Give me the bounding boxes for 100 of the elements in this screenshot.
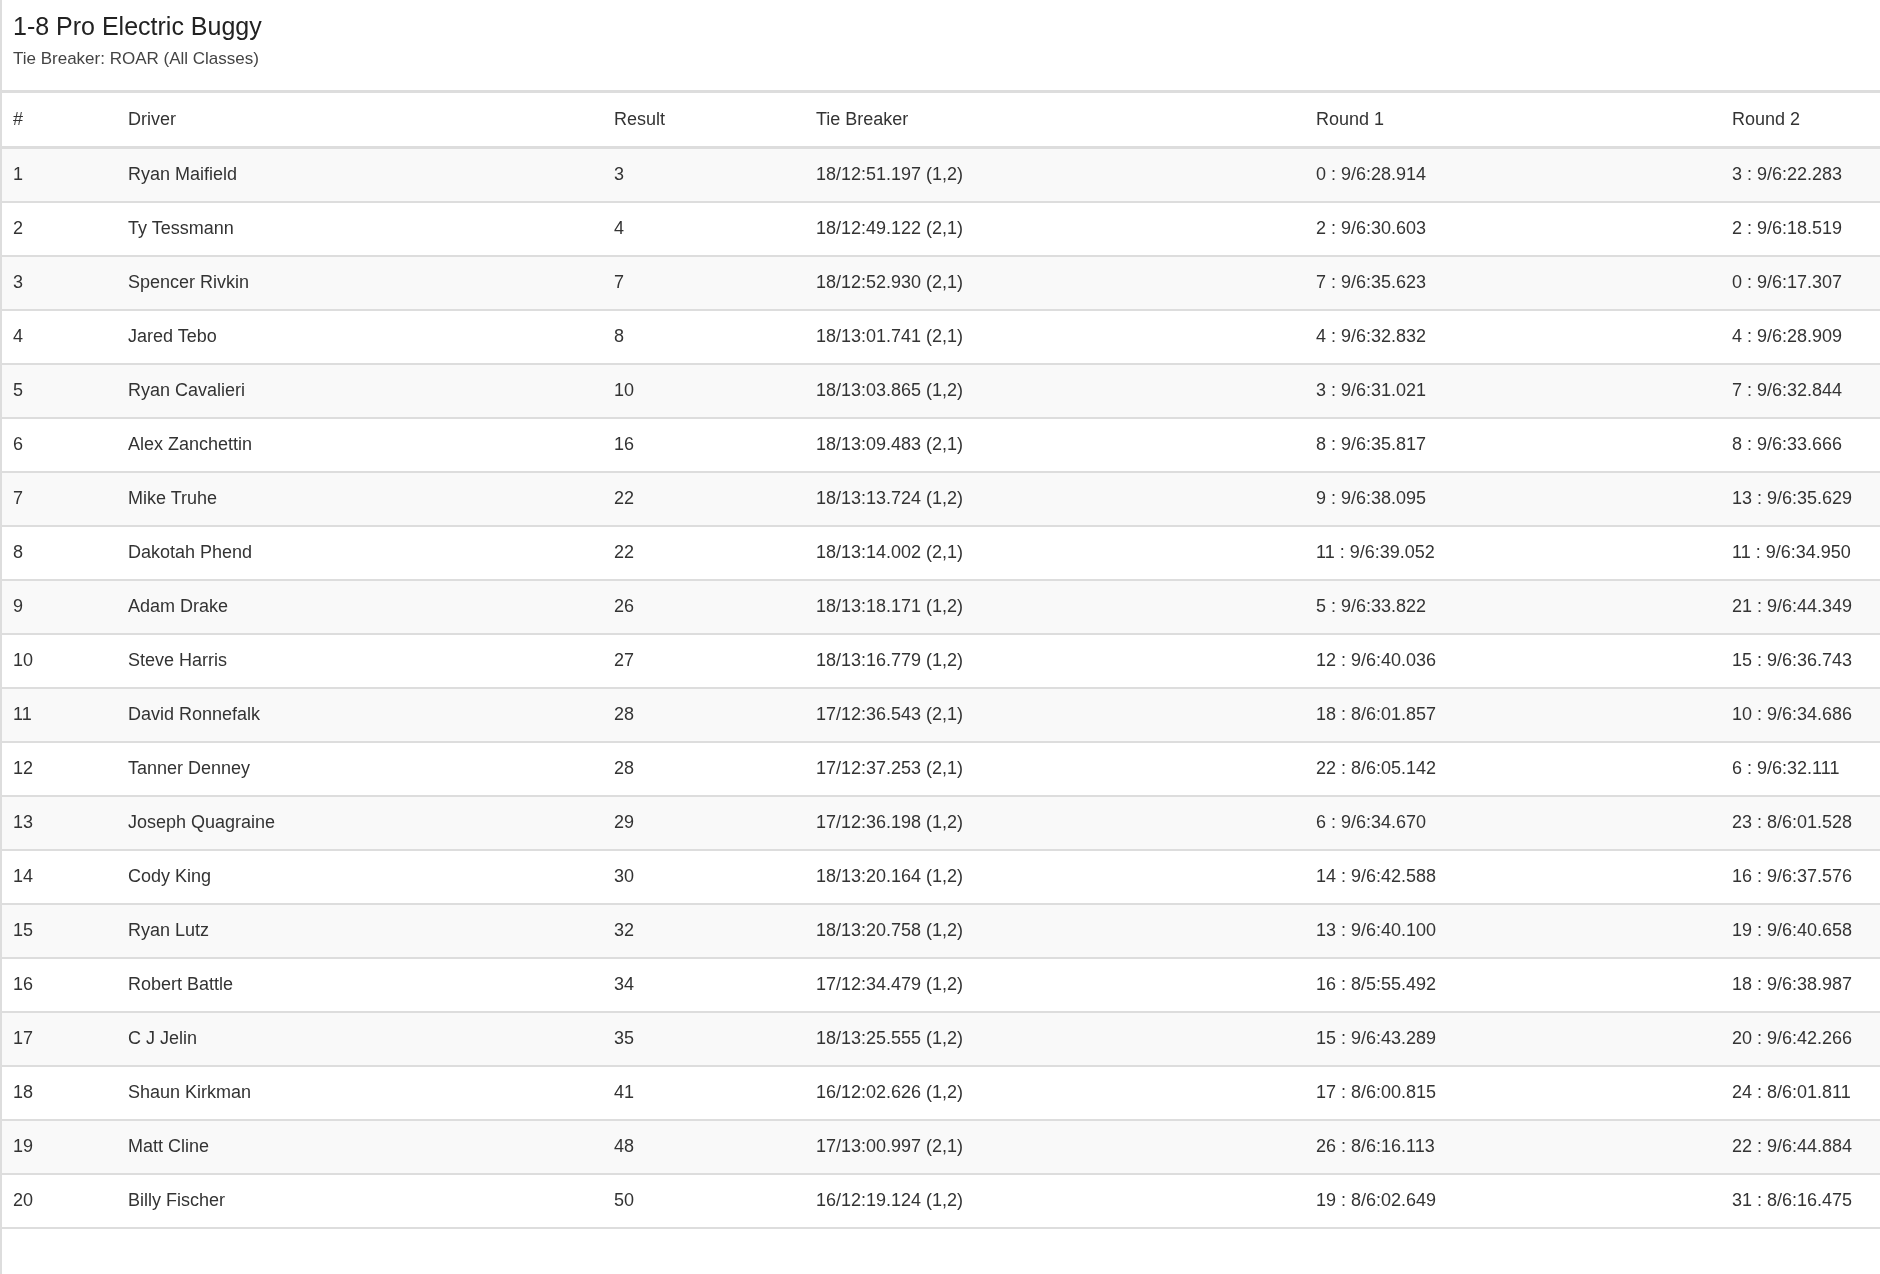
table-cell: 18/13:16.779 (1,2) (805, 633, 1305, 688)
table-cell: 16/12:02.626 (1,2) (805, 1065, 1305, 1120)
table-cell: 20 : 9/6:42.266 (1721, 1011, 1880, 1066)
table-cell: 7 : 9/6:35.623 (1305, 255, 1721, 310)
column-header: Round 1 (1305, 91, 1721, 148)
table-cell: 20 (2, 1173, 117, 1228)
table-cell: 7 (2, 471, 117, 526)
table-cell: Jared Tebo (117, 309, 603, 364)
table-cell: 18/13:01.741 (2,1) (805, 309, 1305, 364)
table-cell: 22 (603, 525, 805, 580)
table-cell: Robert Battle (117, 957, 603, 1012)
table-cell: 2 (2, 201, 117, 256)
table-cell: 8 (603, 309, 805, 364)
table-cell: 26 : 8/6:16.113 (1305, 1119, 1721, 1174)
table-cell: 6 : 9/6:32.111 (1721, 741, 1880, 796)
table-cell: Shaun Kirkman (117, 1065, 603, 1120)
tie-breaker-subtitle: Tie Breaker: ROAR (All Classes) (13, 48, 260, 70)
table-cell: 28 (603, 687, 805, 742)
table-cell: 15 (2, 903, 117, 958)
table-cell: Cody King (117, 849, 603, 904)
table-cell: 2 : 9/6:30.603 (1305, 201, 1721, 256)
table-cell: 7 : 9/6:32.844 (1721, 363, 1880, 418)
table-cell: Alex Zanchettin (117, 417, 603, 472)
table-cell: 4 (603, 201, 805, 256)
table-cell: 28 (603, 741, 805, 796)
table-cell: 18/12:52.930 (2,1) (805, 255, 1305, 310)
table-cell: 17/12:36.543 (2,1) (805, 687, 1305, 742)
table-cell: 15 : 9/6:36.743 (1721, 633, 1880, 688)
table-cell: 11 (2, 687, 117, 742)
table-cell: 14 : 9/6:42.588 (1305, 849, 1721, 904)
table-cell: Steve Harris (117, 633, 603, 688)
table-cell: 16/12:19.124 (1,2) (805, 1173, 1305, 1228)
table-cell: 10 (603, 363, 805, 418)
table-cell: 18/12:51.197 (1,2) (805, 147, 1305, 202)
table-cell: C J Jelin (117, 1011, 603, 1066)
table-cell: 32 (603, 903, 805, 958)
table-cell: 11 : 9/6:39.052 (1305, 525, 1721, 580)
table-cell: 17/12:34.479 (1,2) (805, 957, 1305, 1012)
table-cell: 10 : 9/6:34.686 (1721, 687, 1880, 742)
table-cell: 18/12:49.122 (2,1) (805, 201, 1305, 256)
table-cell: 18/13:03.865 (1,2) (805, 363, 1305, 418)
table-cell: 29 (603, 795, 805, 850)
table-cell: Matt Cline (117, 1119, 603, 1174)
table-cell: Mike Truhe (117, 471, 603, 526)
table-cell: Billy Fischer (117, 1173, 603, 1228)
table-cell: 34 (603, 957, 805, 1012)
table-cell: 16 (2, 957, 117, 1012)
table-cell: 19 : 9/6:40.658 (1721, 903, 1880, 958)
table-cell: 17 : 8/6:00.815 (1305, 1065, 1721, 1120)
table-cell: 22 : 9/6:44.884 (1721, 1119, 1880, 1174)
table-cell: 18/13:09.483 (2,1) (805, 417, 1305, 472)
table-cell: 18/13:25.555 (1,2) (805, 1011, 1305, 1066)
table-cell: 35 (603, 1011, 805, 1066)
table-cell: 31 : 8/6:16.475 (1721, 1173, 1880, 1228)
table-cell: 24 : 8/6:01.811 (1721, 1065, 1880, 1120)
table-cell: Dakotah Phend (117, 525, 603, 580)
table-cell: 13 : 9/6:35.629 (1721, 471, 1880, 526)
table-cell: 18 : 8/6:01.857 (1305, 687, 1721, 742)
table-cell: 4 : 9/6:32.832 (1305, 309, 1721, 364)
table-cell: 9 (2, 579, 117, 634)
table-cell: Adam Drake (117, 579, 603, 634)
table-cell: 18/13:20.164 (1,2) (805, 849, 1305, 904)
table-cell: 18/13:14.002 (2,1) (805, 525, 1305, 580)
table-cell: 8 : 9/6:33.666 (1721, 417, 1880, 472)
table-cell: 21 : 9/6:44.349 (1721, 579, 1880, 634)
table-cell: 10 (2, 633, 117, 688)
table-cell: 0 : 9/6:28.914 (1305, 147, 1721, 202)
page-title: 1-8 Pro Electric Buggy (13, 11, 263, 42)
table-cell: 16 (603, 417, 805, 472)
table-cell: 30 (603, 849, 805, 904)
table-cell: 26 (603, 579, 805, 634)
table-cell: Joseph Quagraine (117, 795, 603, 850)
table-cell: 0 : 9/6:17.307 (1721, 255, 1880, 310)
table-cell: 41 (603, 1065, 805, 1120)
table-cell: 19 (2, 1119, 117, 1174)
table-cell: 16 : 8/5:55.492 (1305, 957, 1721, 1012)
table-cell: 18/13:20.758 (1,2) (805, 903, 1305, 958)
column-header: Driver (117, 91, 603, 148)
table-cell: 19 : 8/6:02.649 (1305, 1173, 1721, 1228)
table-cell: 17/12:37.253 (2,1) (805, 741, 1305, 796)
table-cell: Ryan Lutz (117, 903, 603, 958)
table-cell: 18 (2, 1065, 117, 1120)
table-cell: 22 (603, 471, 805, 526)
table-cell: 3 (603, 147, 805, 202)
table-cell: 12 (2, 741, 117, 796)
table-cell: 9 : 9/6:38.095 (1305, 471, 1721, 526)
table-cell: 8 (2, 525, 117, 580)
table-cell: 18/13:18.171 (1,2) (805, 579, 1305, 634)
table-cell: 14 (2, 849, 117, 904)
table-cell: 17 (2, 1011, 117, 1066)
table-cell: 18/13:13.724 (1,2) (805, 471, 1305, 526)
table-cell: 1 (2, 147, 117, 202)
table-cell: Ryan Cavalieri (117, 363, 603, 418)
column-header: # (2, 91, 117, 148)
table-cell: 27 (603, 633, 805, 688)
table-cell: 17/13:00.997 (2,1) (805, 1119, 1305, 1174)
table-cell: 6 (2, 417, 117, 472)
table-cell: 4 : 9/6:28.909 (1721, 309, 1880, 364)
table-cell: David Ronnefalk (117, 687, 603, 742)
table-cell: Ty Tessmann (117, 201, 603, 256)
